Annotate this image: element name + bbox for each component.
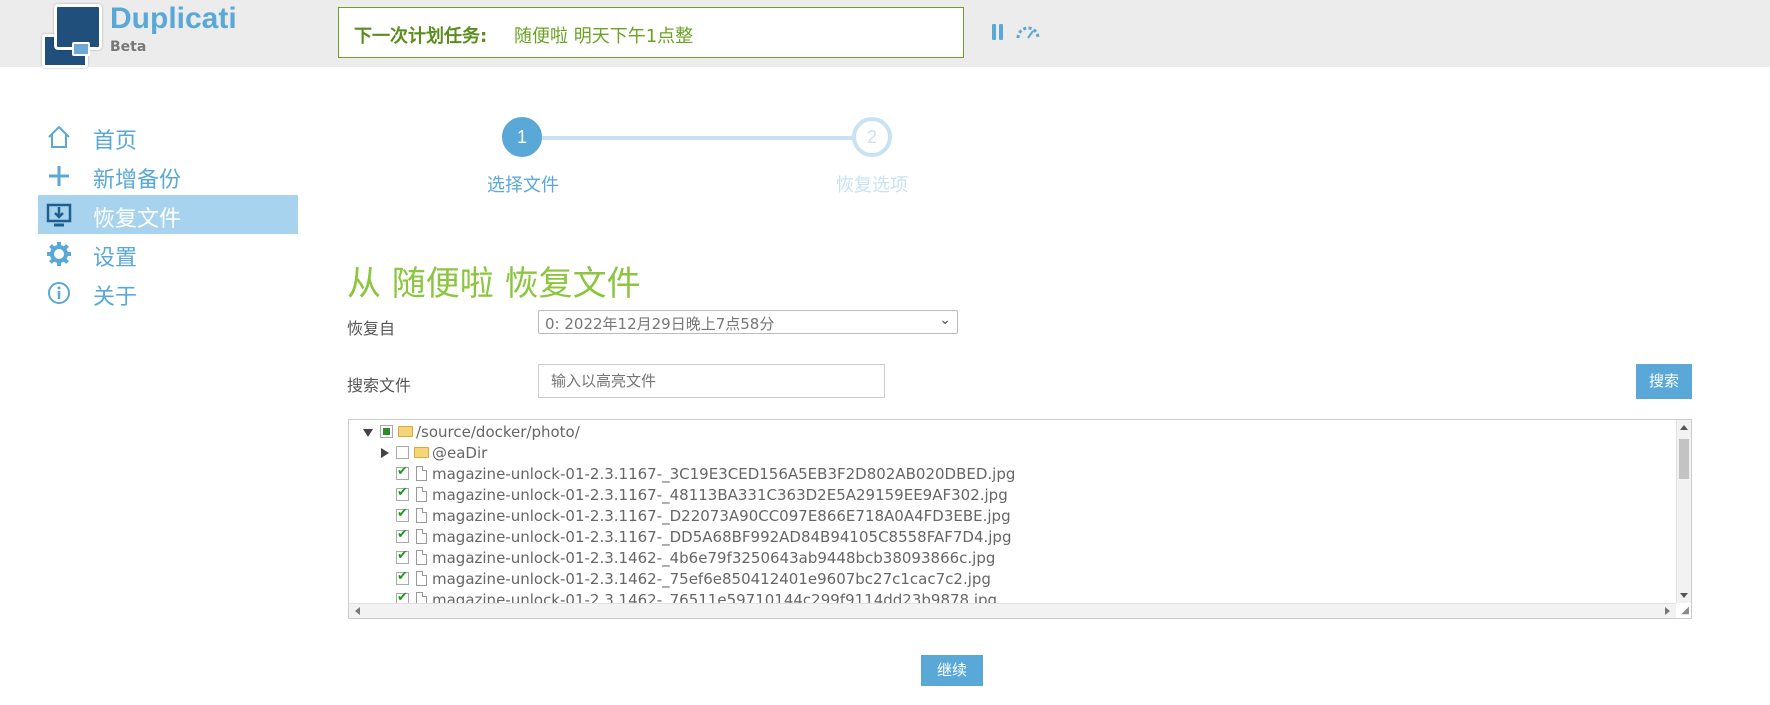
file-icon <box>416 466 427 481</box>
checked-checkbox[interactable] <box>396 569 409 585</box>
sidebar-item-settings[interactable]: 设置 <box>38 234 298 273</box>
tree-node-name[interactable]: @eaDir <box>432 444 487 462</box>
app-beta-tag: Beta <box>110 39 147 55</box>
home-icon <box>48 125 70 148</box>
checkbox[interactable] <box>396 446 409 459</box>
plus-icon <box>49 166 69 186</box>
tree-node-name[interactable]: /source/docker/photo/ <box>416 423 580 441</box>
tree-row-file[interactable]: magazine-unlock-01-2.3.1462-_75ef6e85041… <box>349 569 1649 590</box>
vertical-scrollbar[interactable] <box>1676 420 1691 603</box>
horizontal-scrollbar[interactable] <box>349 603 1676 618</box>
checked-checkbox[interactable] <box>396 506 409 522</box>
tree-row-folder[interactable]: @eaDir <box>349 443 1649 464</box>
restore-version-value: 0: 2022年12月29日晚上7点58分 <box>545 315 775 333</box>
expand-arrow-icon[interactable] <box>381 448 389 458</box>
checked-checkbox[interactable] <box>396 485 409 501</box>
top-header: Duplicati Beta 下一次计划任务: 随便啦 明天下午1点整 <box>0 0 1770 68</box>
search-input[interactable] <box>538 364 885 398</box>
tree-row-file[interactable]: magazine-unlock-01-2.3.1167-_3C19E3CED15… <box>349 464 1649 485</box>
schedule-label: 下一次计划任务: <box>354 26 488 47</box>
tree-node-name[interactable]: magazine-unlock-01-2.3.1462-_4b6e79f3250… <box>432 549 995 567</box>
file-icon <box>416 487 427 502</box>
throttle-icon[interactable] <box>1014 24 1042 42</box>
folder-icon <box>414 447 429 458</box>
file-icon <box>416 529 427 544</box>
tree-row-file[interactable]: magazine-unlock-01-2.3.1167-_DD5A68BF992… <box>349 527 1649 548</box>
step-progress-line <box>522 136 874 140</box>
file-icon <box>416 508 427 523</box>
step-1-indicator[interactable]: 1 <box>502 117 542 157</box>
page-title: 从 随便啦 恢复文件 <box>347 264 641 304</box>
file-icon <box>416 571 427 586</box>
tree-node-name[interactable]: magazine-unlock-01-2.3.1167-_3C19E3CED15… <box>432 465 1015 483</box>
scroll-thumb[interactable] <box>1679 439 1689 479</box>
continue-button[interactable]: 继续 <box>921 655 983 686</box>
restore-version-select[interactable]: 0: 2022年12月29日晚上7点58分 ⌄ <box>538 310 958 334</box>
app-name[interactable]: Duplicati <box>110 2 237 36</box>
resize-handle-icon[interactable]: ◢ <box>1681 606 1689 616</box>
sidebar-item-label: 首页 <box>93 129 138 154</box>
tree-node-name[interactable]: magazine-unlock-01-2.3.1167-_D22073A90CC… <box>432 507 1011 525</box>
pause-icon[interactable] <box>990 24 1004 42</box>
file-icon <box>416 550 427 565</box>
sidebar-item-label: 设置 <box>93 246 138 271</box>
info-icon <box>48 282 70 304</box>
tree-node-name[interactable]: magazine-unlock-01-2.3.1167-_DD5A68BF992… <box>432 528 1011 546</box>
folder-open-icon <box>398 426 413 437</box>
sidebar-item-home[interactable]: 首页 <box>38 117 298 156</box>
sidebar-item-add-backup[interactable]: 新增备份 <box>38 156 298 195</box>
step-1-label[interactable]: 选择文件 <box>487 171 559 197</box>
tree-row-file[interactable]: magazine-unlock-01-2.3.1167-_48113BA331C… <box>349 485 1649 506</box>
partial-checkbox[interactable] <box>380 425 393 438</box>
search-button[interactable]: 搜索 <box>1636 364 1692 399</box>
tree-node-name[interactable]: magazine-unlock-01-2.3.1167-_48113BA331C… <box>432 486 1008 504</box>
next-scheduled-task: 下一次计划任务: 随便啦 明天下午1点整 <box>338 7 964 58</box>
step-2-label[interactable]: 恢复选项 <box>836 171 908 197</box>
tree-row-root[interactable]: /source/docker/photo/ <box>349 422 1649 443</box>
tree-node-name[interactable]: magazine-unlock-01-2.3.1462-_75ef6e85041… <box>432 570 991 588</box>
checked-checkbox[interactable] <box>396 548 409 564</box>
gear-icon <box>47 242 71 266</box>
sidebar-item-label: 恢复文件 <box>93 207 182 232</box>
restore-icon <box>46 203 72 227</box>
sidebar-item-label: 关于 <box>93 285 138 310</box>
sidebar-item-about[interactable]: 关于 <box>38 273 298 312</box>
file-tree[interactable]: /source/docker/photo/ @eaDir magazine-un… <box>348 419 1692 619</box>
checked-checkbox[interactable] <box>396 527 409 543</box>
checked-checkbox[interactable] <box>396 464 409 480</box>
tree-row-file[interactable]: magazine-unlock-01-2.3.1167-_D22073A90CC… <box>349 506 1649 527</box>
search-files-label: 搜索文件 <box>347 376 412 395</box>
duplicati-logo[interactable] <box>38 4 102 68</box>
restore-from-label: 恢复自 <box>347 319 396 338</box>
sidebar-nav: 首页 新增备份 恢复文件 设置 关于 <box>38 117 298 312</box>
tree-row-file[interactable]: magazine-unlock-01-2.3.1462-_4b6e79f3250… <box>349 548 1649 569</box>
schedule-value[interactable]: 随便啦 明天下午1点整 <box>514 22 693 48</box>
step-2-indicator[interactable]: 2 <box>852 117 892 157</box>
chevron-down-icon: ⌄ <box>939 312 951 328</box>
sidebar-item-restore[interactable]: 恢复文件 <box>38 195 298 234</box>
collapse-arrow-icon[interactable] <box>363 429 373 437</box>
sidebar-item-label: 新增备份 <box>93 168 182 193</box>
